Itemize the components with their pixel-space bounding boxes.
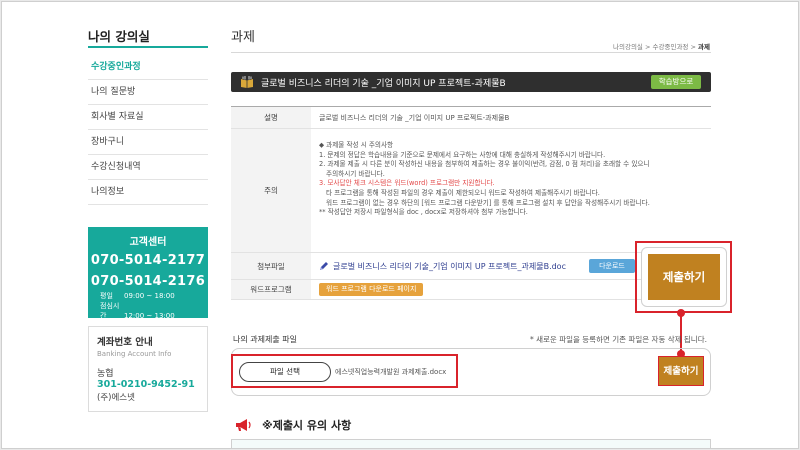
weekday-label: 평일 bbox=[100, 292, 113, 300]
description-label: 설명 bbox=[231, 107, 311, 128]
customer-center-phone-2: 070-5014-2176 bbox=[90, 274, 206, 289]
breadcrumb: 나의강의실 > 수강중인과정 > 과제 bbox=[613, 41, 710, 51]
notice-line: 2. 과제물 제출 시 다른 분이 작성하신 내용을 첨부하여 제출하는 경우 … bbox=[319, 160, 650, 169]
attachment-label: 첨부파일 bbox=[231, 253, 311, 279]
sidebar: 나의 강의실 수강중인과정 나의 질문방 회사별 자료실 장바구니 수강신청내역… bbox=[88, 2, 208, 448]
account-info-subtitle: Banking Account Info bbox=[97, 350, 172, 358]
submit-button-frame: 제출하기 bbox=[641, 247, 727, 307]
description-value: 글로벌 비즈니스 리더의 기술 _기업 이미지 UP 프로젝트-과제물B bbox=[319, 113, 510, 122]
selected-file-name: 에스넷직업능력개발원 과제제출.docx bbox=[335, 368, 447, 376]
customer-center-phone-1: 070-5014-2177 bbox=[90, 253, 206, 268]
notice-line: 주의하시기 바랍니다. bbox=[326, 169, 385, 178]
table-row-description: 설명 글로벌 비즈니스 리더의 기술 _기업 이미지 UP 프로젝트-과제물B bbox=[231, 107, 711, 129]
sidebar-item-enrollment-history[interactable]: 수강신청내역 bbox=[88, 155, 208, 180]
sidebar-menu: 수강중인과정 나의 질문방 회사별 자료실 장바구니 수강신청내역 나의정보 bbox=[88, 55, 208, 205]
notice-label: 주의 bbox=[231, 129, 311, 252]
breadcrumb-item-classroom[interactable]: 나의강의실 bbox=[613, 43, 643, 51]
sidebar-item-cart[interactable]: 장바구니 bbox=[88, 130, 208, 155]
submit-button-large[interactable]: 제출하기 bbox=[648, 254, 720, 300]
sidebar-item-company-library[interactable]: 회사별 자료실 bbox=[88, 105, 208, 130]
download-button[interactable]: 다운로드 bbox=[589, 259, 635, 273]
notice-line-warning: 3. 모사답안 체크 시스템은 워드(word) 프로그램만 지원합니다. bbox=[319, 179, 495, 188]
megaphone-icon bbox=[236, 419, 251, 431]
word-download-page-button[interactable]: 워드 프로그램 다운로드 페이지 bbox=[319, 283, 424, 296]
sidebar-item-my-info[interactable]: 나의정보 bbox=[88, 180, 208, 205]
customer-center-hours: 평일 09:00 ~ 18:00 점심시간 12:00 ~ 13:00 bbox=[100, 291, 175, 321]
notice-line: ** 작성답안 저장시 파일형식을 doc , docx로 저장하셔야 첨부 가… bbox=[319, 208, 528, 217]
caution-title: ※제출시 유의 사항 bbox=[262, 419, 352, 432]
page-title: 과제 bbox=[231, 30, 255, 45]
submit-button-small[interactable]: 제출하기 bbox=[658, 356, 704, 386]
customer-center-box: 고객센터 070-5014-2177 070-5014-2176 평일 09:00… bbox=[88, 227, 208, 321]
account-bank: 농협 bbox=[97, 369, 114, 379]
breadcrumb-item-courses[interactable]: 수강중인과정 bbox=[653, 43, 689, 51]
page-frame: 나의 강의실 수강중인과정 나의 질문방 회사별 자료실 장바구니 수강신청내역… bbox=[1, 1, 799, 449]
pen-icon bbox=[320, 262, 328, 270]
notice-line: 타 프로그램을 통해 작성된 파일의 경우 제출이 제한되오니 워드로 작성하여… bbox=[326, 188, 600, 197]
submit-highlight-box: 제출하기 bbox=[635, 241, 732, 313]
weekday-hours: 09:00 ~ 18:00 bbox=[124, 292, 175, 300]
account-holder: (주)에스넷 bbox=[97, 393, 135, 403]
caution-box bbox=[231, 439, 711, 448]
title-divider bbox=[231, 52, 711, 53]
notice-line: ◆ 과제물 작성 시 주의사항 bbox=[319, 141, 394, 149]
file-select-button[interactable]: 파일 선택 bbox=[239, 362, 331, 382]
my-file-label: 나의 과제제출 파일 bbox=[233, 335, 297, 344]
account-info-title: 계좌번호 안내 bbox=[97, 337, 153, 348]
attachment-file-name: 글로벌 비즈니스 리더의 기술_기업 이미지 UP 프로젝트_과제물B.doc bbox=[333, 261, 566, 271]
sidebar-divider bbox=[88, 46, 208, 48]
course-name: 글로벌 비즈니스 리더의 기술 _기업 이미지 UP 프로젝트-과제물B bbox=[261, 79, 506, 89]
account-info-box: 계좌번호 안내 Banking Account Info 농협 301-0210… bbox=[88, 326, 208, 412]
sidebar-item-courses[interactable]: 수강중인과정 bbox=[88, 55, 208, 80]
notice-content: ◆ 과제물 작성 시 주의사항 1. 문제의 정답은 학습내용을 기준으로 문제… bbox=[311, 129, 711, 252]
replace-file-note: * 새로운 파일을 등록하면 기존 파일은 자동 삭제 됩니다. bbox=[529, 335, 707, 344]
lunch-label: 점심시간 bbox=[100, 302, 120, 320]
connector-dot-top bbox=[677, 309, 685, 317]
caution-heading: ※제출시 유의 사항 bbox=[235, 417, 351, 433]
course-bar: 글로벌 비즈니스 리더의 기술 _기업 이미지 UP 프로젝트-과제물B 학습방… bbox=[231, 72, 711, 92]
lunch-hours: 12:00 ~ 13:00 bbox=[124, 312, 175, 320]
open-book-icon bbox=[241, 76, 253, 88]
breadcrumb-separator: > bbox=[690, 43, 696, 51]
sidebar-item-questions[interactable]: 나의 질문방 bbox=[88, 80, 208, 105]
attachment-file-link[interactable]: 글로벌 비즈니스 리더의 기술_기업 이미지 UP 프로젝트_과제물B.doc bbox=[319, 261, 566, 272]
table-row-notice: 주의 ◆ 과제물 작성 시 주의사항 1. 문제의 정답은 학습내용을 기준으로… bbox=[231, 129, 711, 253]
notice-line: 1. 문제의 정답은 학습내용을 기준으로 문제에서 요구하는 사항에 대해 충… bbox=[319, 150, 606, 159]
breadcrumb-separator: > bbox=[645, 43, 651, 51]
account-number: 301-0210-9452-91 bbox=[97, 379, 195, 390]
sidebar-title: 나의 강의실 bbox=[88, 29, 150, 44]
go-to-study-room-button[interactable]: 학습방으로 bbox=[651, 75, 701, 89]
breadcrumb-item-current: 과제 bbox=[698, 43, 710, 51]
customer-center-title: 고객센터 bbox=[129, 237, 167, 248]
notice-line: 워드 프로그램이 없는 경우 하단의 [워드 프로그램 다운받기] 를 통해 프… bbox=[326, 198, 650, 207]
word-program-label: 워드프로그램 bbox=[231, 280, 311, 299]
